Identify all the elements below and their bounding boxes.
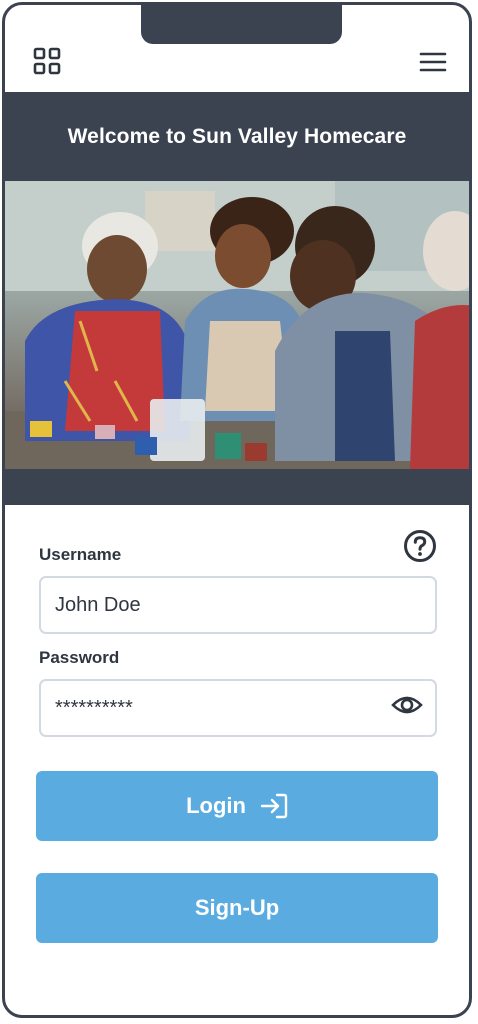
login-button[interactable]: Login [36, 771, 438, 841]
eye-icon[interactable] [391, 693, 423, 717]
welcome-header: Welcome to Sun Valley Homecare [5, 92, 469, 181]
hero-illustration [5, 181, 469, 469]
sign-up-button-label: Sign-Up [194, 895, 280, 920]
sign-up-button[interactable]: Sign-Up [36, 873, 438, 943]
password-label: Password [39, 648, 120, 667]
hamburger-menu-icon[interactable] [419, 51, 447, 73]
grid-icon[interactable] [33, 47, 61, 75]
login-button-label: Login [186, 793, 246, 818]
password-input[interactable] [39, 679, 437, 737]
username-label: Username [39, 545, 122, 564]
sign-in-arrow-icon [260, 793, 288, 819]
page-title: Welcome to Sun Valley Homecare [67, 124, 407, 148]
hero-bottom-band [5, 469, 469, 505]
hero-image [5, 181, 469, 469]
phone-frame: Welcome to Sun Valley Homecare Username … [2, 2, 472, 1018]
username-input[interactable] [39, 576, 437, 634]
question-circle-icon[interactable] [403, 529, 437, 563]
phone-notch [141, 5, 342, 44]
